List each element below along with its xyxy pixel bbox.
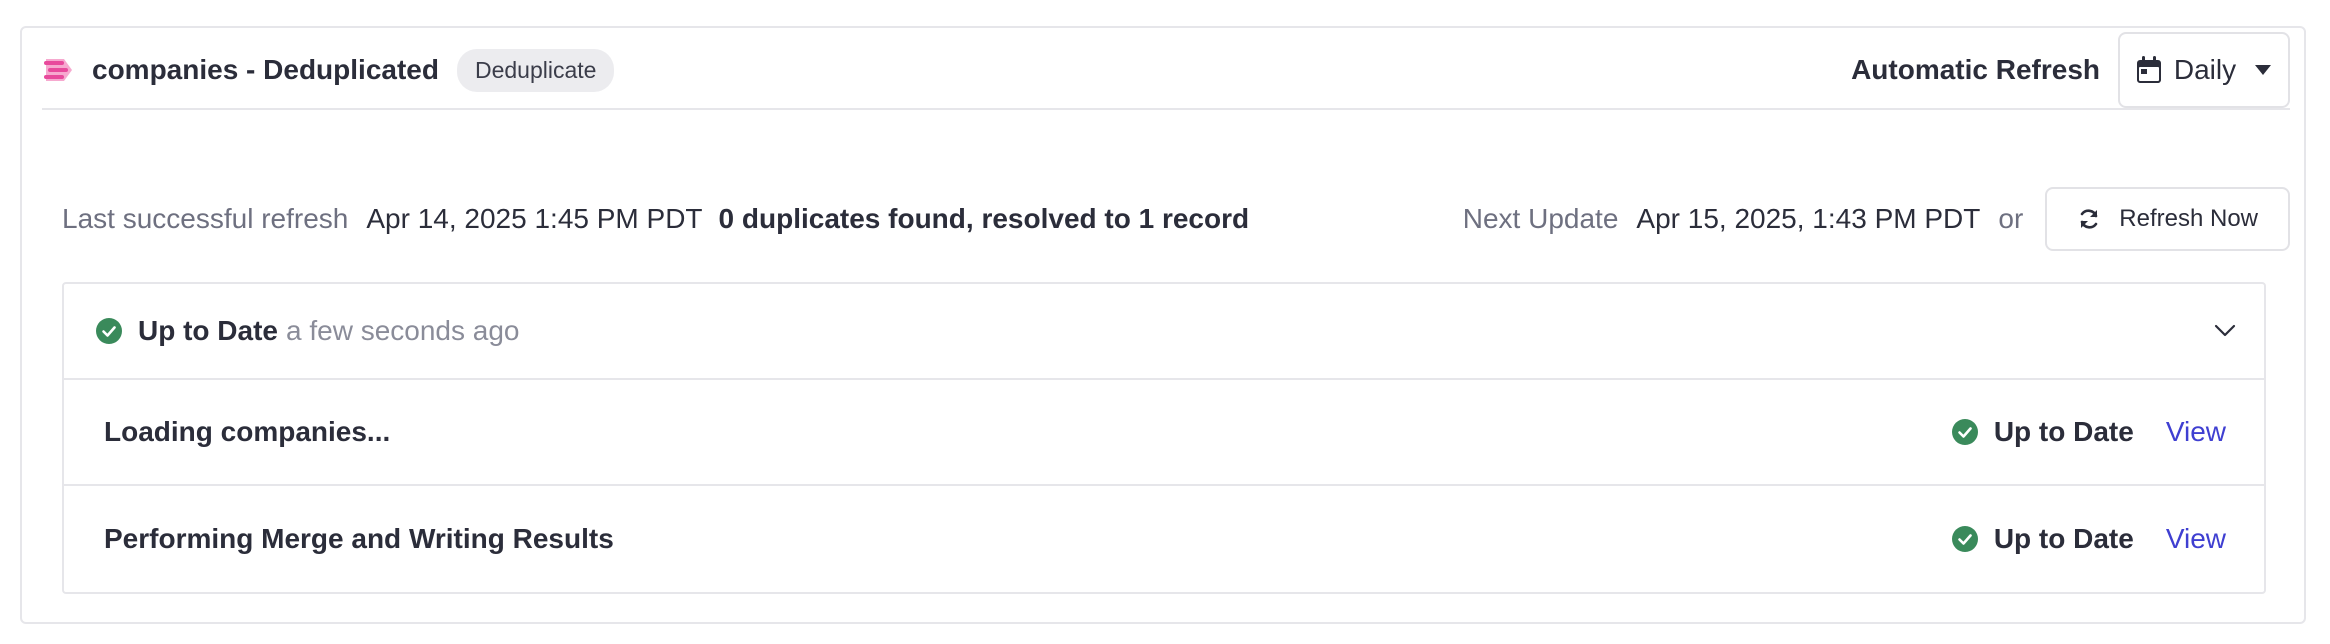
schedule-dropdown[interactable]: Daily xyxy=(2118,32,2290,108)
step-status-group: Up to Date View xyxy=(1951,416,2226,448)
automatic-refresh-label: Automatic Refresh xyxy=(1851,54,2100,85)
type-badge: Deduplicate xyxy=(456,48,615,92)
status-panel: Up to Date a few seconds ago Loading com… xyxy=(62,282,2266,594)
header-left: companies - Deduplicated Deduplicate xyxy=(42,48,615,92)
check-circle-icon xyxy=(1951,419,1978,445)
caret-down-icon xyxy=(2255,65,2272,75)
next-update-label: Next Update xyxy=(1462,203,1619,234)
result-summary: 0 duplicates found, resolved to 1 record xyxy=(718,203,1250,234)
header-right: Automatic Refresh Daily xyxy=(1851,32,2290,108)
view-link[interactable]: View xyxy=(2166,523,2226,555)
step-status: Up to Date xyxy=(1993,523,2134,554)
status-summary-row[interactable]: Up to Date a few seconds ago xyxy=(64,284,2264,380)
card-header: companies - Deduplicated Deduplicate Aut… xyxy=(42,32,2290,110)
last-refresh-label: Last successful refresh xyxy=(62,203,349,234)
step-label: Performing Merge and Writing Results xyxy=(104,523,614,554)
step-label: Loading companies... xyxy=(104,416,391,447)
chevron-down-icon[interactable] xyxy=(2214,324,2236,338)
check-circle-icon xyxy=(1951,526,1978,552)
last-refresh-group: Last successful refresh Apr 14, 2025 1:4… xyxy=(62,203,1249,235)
calendar-icon xyxy=(2136,56,2161,83)
refresh-icon xyxy=(2080,209,2098,229)
last-refresh-value: Apr 14, 2025 1:45 PM PDT xyxy=(366,203,703,234)
step-row: Performing Merge and Writing Results Up … xyxy=(64,486,2264,592)
refresh-now-button[interactable]: Refresh Now xyxy=(2045,187,2290,251)
step-status: Up to Date xyxy=(1993,416,2134,447)
next-update-group: Next Update Apr 15, 2025, 1:43 PM PDT or… xyxy=(1463,187,2290,251)
summary-status: Up to Date xyxy=(138,315,278,346)
page-title: companies - Deduplicated xyxy=(92,54,439,85)
step-row: Loading companies... Up to Date View xyxy=(64,380,2264,486)
check-circle-icon xyxy=(96,318,122,344)
summary-left: Up to Date a few seconds ago xyxy=(96,315,520,347)
refresh-now-label: Refresh Now xyxy=(2119,205,2258,232)
next-update-value: Apr 15, 2025, 1:43 PM PDT xyxy=(1636,203,1981,234)
summary-time: a few seconds ago xyxy=(286,315,520,346)
or-text: or xyxy=(1998,203,2024,234)
dedupe-brand-icon xyxy=(42,53,76,87)
refresh-info-bar: Last successful refresh Apr 14, 2025 1:4… xyxy=(62,186,2290,252)
step-status-group: Up to Date View xyxy=(1951,523,2226,555)
view-link[interactable]: View xyxy=(2166,416,2226,448)
schedule-value: Daily xyxy=(2173,54,2237,85)
